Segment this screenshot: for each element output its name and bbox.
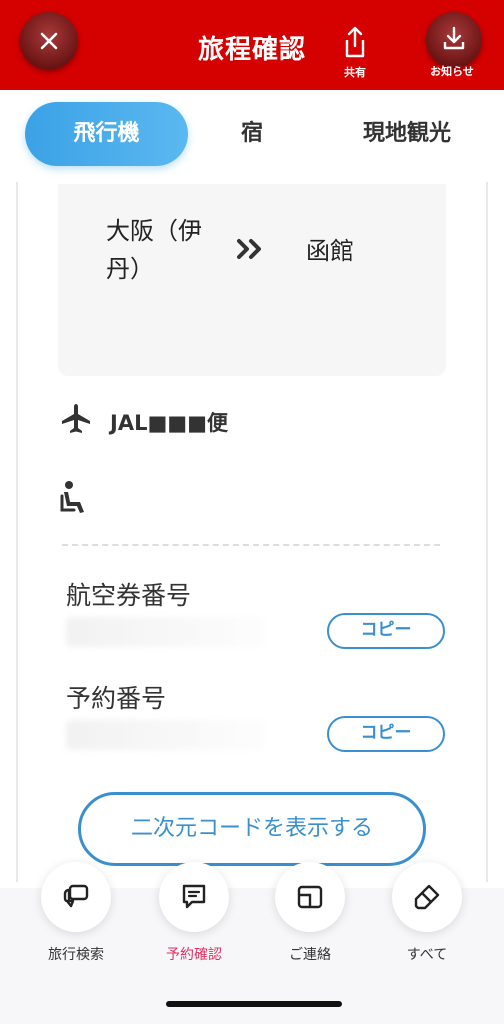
nav-icon-circle — [41, 862, 111, 932]
chat-bubbles-icon — [63, 884, 89, 908]
home-indicator[interactable] — [166, 1001, 342, 1007]
section-divider — [62, 544, 440, 546]
flight-number: JAL■■■便 — [110, 411, 228, 435]
notice-circle — [426, 12, 482, 68]
airplane-icon — [62, 404, 90, 433]
booking-number-value — [66, 720, 266, 750]
nav-label: ご連絡 — [289, 947, 331, 963]
category-tabs: 飛行機 宿 現地観光 — [0, 90, 504, 182]
share-button[interactable]: 共有 — [333, 26, 377, 82]
nav-label: 予約確認 — [166, 947, 222, 963]
message-icon — [182, 884, 206, 909]
eraser-icon — [414, 884, 440, 910]
window-icon — [297, 885, 323, 909]
double-chevron-right-icon — [237, 239, 261, 259]
nav-all[interactable]: すべて — [372, 862, 482, 972]
notice-button[interactable]: お知らせ — [420, 12, 484, 82]
nav-label: 旅行検索 — [48, 947, 104, 963]
tab-hotel[interactable]: 宿 — [212, 102, 292, 166]
itinerary-screen: 旅程確認 共有 お知らせ 飛行機 宿 現地観光 大阪（伊丹） 函館 JAL■■■… — [0, 0, 504, 1024]
ticket-number-label: 航空券番号 — [66, 581, 192, 610]
route-panel: 大阪（伊丹） 函館 — [58, 184, 446, 376]
download-icon — [443, 26, 465, 50]
nav-icon-circle — [159, 862, 229, 932]
show-qr-code-button[interactable]: 二次元コードを表示する — [78, 792, 426, 866]
nav-icon-circle — [392, 862, 462, 932]
tab-flight[interactable]: 飛行機 — [25, 102, 188, 166]
card-right-edge — [486, 182, 488, 882]
nav-travel-search[interactable]: 旅行検索 — [21, 862, 131, 972]
nav-icon-circle — [275, 862, 345, 932]
nav-label: すべて — [406, 947, 448, 963]
copy-booking-button[interactable]: コピー — [327, 716, 445, 752]
origin-airport: 大阪（伊丹） — [106, 217, 202, 283]
nav-contact[interactable]: ご連絡 — [255, 862, 365, 972]
app-header: 旅程確認 共有 お知らせ — [0, 0, 504, 90]
notice-label: お知らせ — [430, 65, 474, 78]
seat-icon — [60, 481, 84, 513]
booking-number-label: 予約番号 — [66, 684, 167, 713]
ticket-number-value — [66, 617, 266, 647]
tab-local-tour[interactable]: 現地観光 — [345, 102, 469, 166]
copy-ticket-button[interactable]: コピー — [327, 613, 445, 649]
nav-booking-check[interactable]: 予約確認 — [139, 862, 249, 972]
share-label: 共有 — [344, 66, 366, 79]
destination-airport: 函館 — [306, 237, 354, 265]
card-left-edge — [16, 182, 18, 882]
share-icon — [345, 26, 365, 58]
